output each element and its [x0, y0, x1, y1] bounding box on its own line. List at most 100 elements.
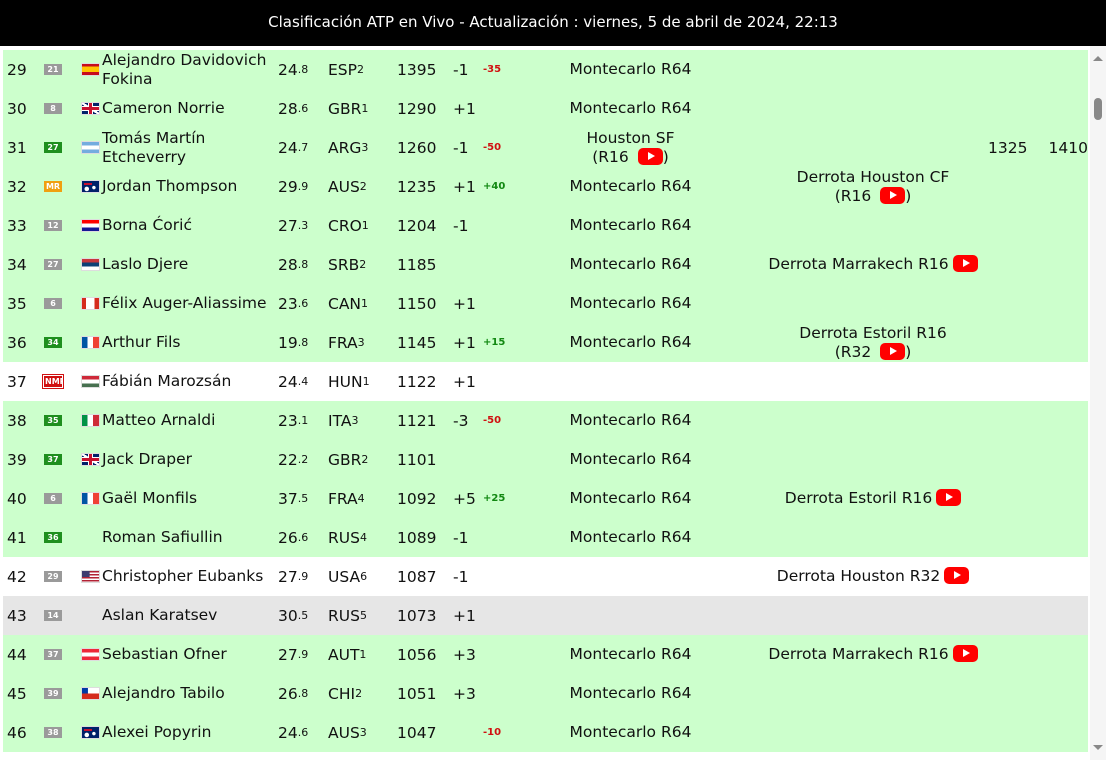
flag-cell: [79, 635, 101, 674]
player-name[interactable]: Cameron Norrie: [102, 89, 272, 128]
points-cell: 1145: [397, 333, 437, 352]
player-name[interactable]: Christopher Eubanks: [102, 557, 272, 596]
current-tournament-cell: Montecarlo R64: [563, 674, 698, 713]
next-match-cell: [748, 674, 998, 713]
next-match-cell: [748, 362, 998, 401]
player-name[interactable]: Alexei Popyrin: [102, 713, 272, 752]
current-tournament-cell: Montecarlo R64: [563, 518, 698, 557]
player-name[interactable]: Jack Draper: [102, 440, 272, 479]
rank-cell: 40: [7, 489, 27, 508]
age-cell: 26.8: [278, 684, 309, 703]
player-name[interactable]: Borna Ćorić: [102, 206, 272, 245]
rank-move-cell: +3: [453, 684, 476, 703]
youtube-icon[interactable]: [637, 147, 663, 165]
rank-cell: 32: [7, 177, 27, 196]
rank-cell: 38: [7, 411, 27, 430]
youtube-icon[interactable]: [880, 342, 906, 360]
vertical-scrollbar[interactable]: [1090, 46, 1106, 760]
career-high-cell: 6: [43, 284, 63, 323]
current-tournament-cell: [563, 362, 698, 401]
player-name[interactable]: Matteo Arnaldi: [102, 401, 272, 440]
points-cell: 1101: [397, 450, 437, 469]
next-match-cell: [748, 284, 998, 323]
potential-points-cell: [988, 635, 1088, 674]
next-match-label: Derrota Estoril R16: [799, 323, 947, 342]
next-match-cell: Derrota Marrakech R16: [748, 245, 998, 284]
points-cell: 1056: [397, 645, 437, 664]
player-name[interactable]: Tomás Martín Etcheverry: [102, 128, 272, 167]
scroll-down-icon[interactable]: [1093, 745, 1103, 750]
flag-cell: [79, 284, 101, 323]
youtube-icon[interactable]: [936, 489, 962, 506]
next-match-cell: Derrota Estoril R16 (R32 ): [748, 323, 998, 362]
points-cell: 1051: [397, 684, 437, 703]
points-cell: 1087: [397, 567, 437, 586]
player-name[interactable]: Félix Auger-Aliassime: [102, 284, 272, 323]
country-cell: RUS 5: [328, 606, 367, 625]
flag-france-icon: [80, 336, 100, 349]
points-cell: 1395: [397, 60, 437, 79]
ranking-badge: 35: [44, 415, 62, 426]
flag-canada-icon: [80, 297, 100, 310]
player-name[interactable]: Alejandro Tabilo: [102, 674, 272, 713]
rank-cell: 30: [7, 99, 27, 118]
flag-serbia-icon: [80, 258, 100, 271]
next-match-label: Derrota Houston CF: [796, 167, 950, 186]
age-cell: 24.7: [278, 138, 309, 157]
current-tournament-label: Montecarlo R64: [569, 255, 692, 273]
youtube-icon[interactable]: [880, 186, 906, 204]
player-name[interactable]: Roman Safiullin: [102, 518, 272, 557]
youtube-icon[interactable]: [944, 567, 970, 584]
country-cell: USA 6: [328, 567, 368, 586]
youtube-icon[interactable]: [952, 645, 978, 662]
player-name[interactable]: Alejandro Davidovich Fokina: [102, 50, 272, 89]
points-delta-cell: [483, 245, 523, 284]
player-name[interactable]: Laslo Djere: [102, 245, 272, 284]
flag-cell: [79, 596, 101, 635]
ranking-badge: 12: [44, 220, 62, 231]
player-name[interactable]: Jordan Thompson: [102, 167, 272, 206]
table-row: 39 37 Jack Draper 22.2 GBR 2 1101 Montecarlo R6…: [3, 440, 1088, 479]
player-name[interactable]: Arthur Fils: [102, 323, 272, 362]
country-cell: GBR 1: [328, 99, 369, 118]
age-cell: 22.2: [278, 450, 309, 469]
current-tournament-label: Montecarlo R64: [569, 684, 692, 702]
career-high-cell: 29: [43, 557, 63, 596]
ranking-badge: 6: [44, 298, 62, 309]
current-tournament-label: Montecarlo R64: [569, 723, 692, 741]
player-name[interactable]: Fábián Marozsán: [102, 362, 272, 401]
current-tournament-label: Montecarlo R64: [569, 333, 692, 351]
flag-cell: [79, 50, 101, 89]
player-name[interactable]: Aslan Karatsev: [102, 596, 272, 635]
youtube-icon[interactable]: [952, 255, 978, 272]
ranking-badge: 37: [44, 649, 62, 660]
country-cell: FRA 3: [328, 333, 365, 352]
flag-cell: [79, 440, 101, 479]
potential-points-cell: [988, 284, 1088, 323]
current-tournament-cell: Montecarlo R64: [563, 440, 698, 479]
current-tournament-label: Houston SF: [586, 128, 675, 147]
flag-spain-icon: [80, 63, 100, 76]
potential-min: 1325: [988, 138, 1028, 157]
current-tournament-cell: Montecarlo R64: [563, 284, 698, 323]
current-tournament-cell: Montecarlo R64: [563, 479, 698, 518]
player-name[interactable]: Gaël Monfils: [102, 479, 272, 518]
points-delta-cell: [483, 89, 523, 128]
career-high-cell: 37: [43, 440, 63, 479]
current-tournament-label: Montecarlo R64: [569, 216, 692, 234]
flag-uk-icon: [80, 102, 100, 115]
scroll-up-icon[interactable]: [1093, 56, 1103, 61]
table-row: 33 12 Borna Ćorić 27.3 CRO 1 1204 -1 Montecarlo …: [3, 206, 1088, 245]
current-tournament-label: Montecarlo R64: [569, 99, 692, 117]
career-high-cell: MR: [43, 167, 63, 206]
rank-cell: 37: [7, 372, 27, 391]
potential-points-cell: [988, 596, 1088, 635]
flag-cell: [79, 89, 101, 128]
potential-points-cell: [988, 89, 1088, 128]
scroll-thumb[interactable]: [1094, 98, 1102, 120]
rank-move-cell: +1: [453, 99, 476, 118]
current-tournament-label: Montecarlo R64: [569, 489, 692, 507]
player-name[interactable]: Sebastian Ofner: [102, 635, 272, 674]
current-tournament-cell: Montecarlo R64: [563, 206, 698, 245]
points-delta-cell: [483, 362, 523, 401]
